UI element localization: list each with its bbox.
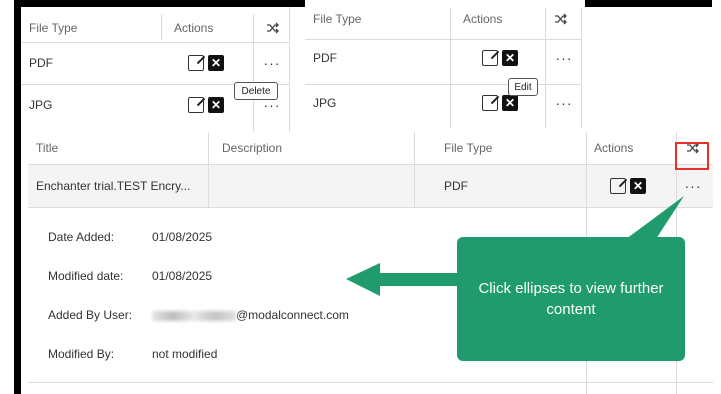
left-arrow-icon	[346, 263, 458, 296]
callout-box: Click ellipses to view further content	[457, 237, 685, 361]
callout-tail	[622, 196, 684, 242]
callout-text: Click ellipses to view further content	[478, 280, 664, 318]
